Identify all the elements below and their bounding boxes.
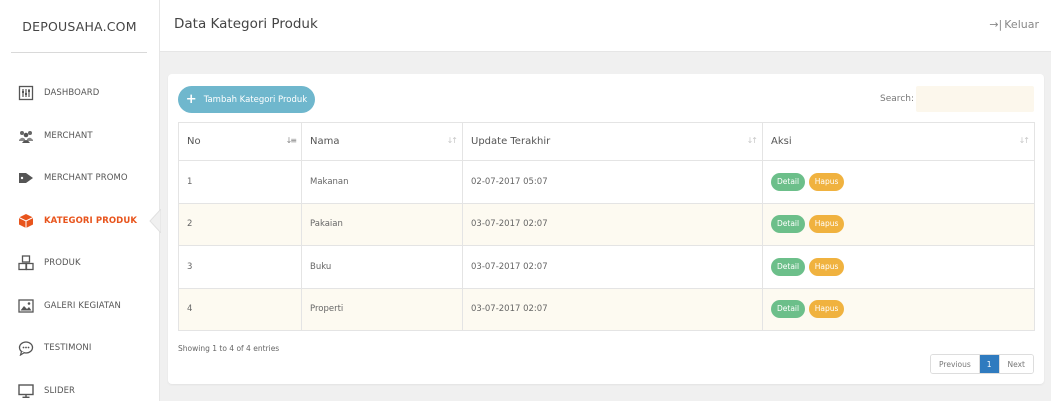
boxes-icon [18,255,34,271]
category-table: No ↓≡ Nama ↓↑ Update Terakhir ↓↑ Aksi ↓↑ 1 M… [178,122,1035,331]
cell-nama: Properti [301,287,463,331]
sidebar-item-testimoni[interactable]: TESTIMONI [0,327,160,370]
tag-icon [18,170,34,186]
sidebar-item-label: MERCHANT [44,130,93,141]
cell-updated: 03-07-2017 02:07 [462,287,763,331]
pagination: Previous 1 Next [930,354,1034,374]
detail-button[interactable]: Detail [771,172,806,191]
top-header: Data Kategori Produk →| Keluar [160,0,1051,52]
sidebar-item-label: PRODUK [44,258,81,269]
table-row: 1 Makanan 02-07-2017 05:07 Detail Hapus [178,160,1035,204]
content-panel: + Tambah Kategori Produk Search: No ↓≡ Na… [168,74,1044,384]
sort-asc-icon: ↓≡ [285,135,297,145]
column-header-no[interactable]: No ↓≡ [178,122,302,161]
next-page-button[interactable]: Next [999,355,1033,373]
sort-icon: ↓↑ [1018,135,1030,145]
page-1-button[interactable]: 1 [979,355,1000,373]
column-header-update[interactable]: Update Terakhir ↓↑ [462,122,763,161]
add-category-button[interactable]: + Tambah Kategori Produk [178,86,315,113]
table-row: 2 Pakaian 03-07-2017 02:07 Detail Hapus [178,202,1035,246]
plus-icon: + [185,92,197,107]
table-info: Showing 1 to 4 of 4 entries [178,344,280,353]
hapus-button[interactable]: Hapus [808,172,845,191]
previous-page-button[interactable]: Previous [931,355,980,373]
detail-button[interactable]: Detail [771,257,806,276]
cell-no: 4 [178,287,302,331]
brand-logo[interactable]: DEPOUSAHA.COM [0,0,159,52]
sidebar-item-label: KATEGORI PRODUK [44,215,138,226]
search-input[interactable] [916,86,1034,112]
image-icon [18,298,34,314]
table-row: 4 Properti 03-07-2017 02:07 Detail Hapus [178,287,1035,331]
sidebar: DEPOUSAHA.COM DASHBOARD MERCHANT MERCHAN… [0,0,161,401]
column-header-aksi[interactable]: Aksi ↓↑ [762,122,1035,161]
sidebar-item-label: MERCHANT PROMO [44,173,128,184]
add-category-label: Tambah Kategori Produk [203,94,308,105]
cell-no: 1 [178,160,302,204]
cell-updated: 02-07-2017 05:07 [462,160,763,204]
column-header-nama[interactable]: Nama ↓↑ [301,122,463,161]
box-icon [18,213,34,229]
table-header-row: No ↓≡ Nama ↓↑ Update Terakhir ↓↑ Aksi ↓↑ [178,122,1035,161]
sidebar-item-label: GALERI KEGIATAN [44,300,122,311]
logout-icon: →| [989,18,1003,31]
hapus-button[interactable]: Hapus [808,215,845,234]
search-label: Search: [880,94,914,104]
cell-nama: Pakaian [301,202,463,246]
cell-updated: 03-07-2017 02:07 [462,202,763,246]
sidebar-item-slider[interactable]: SLIDER [0,370,160,401]
detail-button[interactable]: Detail [771,300,806,319]
detail-button[interactable]: Detail [771,215,806,234]
sidebar-item-label: SLIDER [44,385,76,396]
cell-no: 2 [178,202,302,246]
active-indicator [149,208,161,233]
monitor-icon [18,383,34,399]
sidebar-item-label: DASHBOARD [44,88,100,99]
page-title: Data Kategori Produk [174,16,318,32]
sidebar-item-produk[interactable]: PRODUK [0,242,160,285]
table-row: 3 Buku 03-07-2017 02:07 Detail Hapus [178,245,1035,289]
cell-actions: Detail Hapus [762,245,1035,289]
sort-icon: ↓↑ [446,135,458,145]
hapus-button[interactable]: Hapus [808,300,845,319]
sidebar-nav: DASHBOARD MERCHANT MERCHANT PROMO KATEGO… [0,72,161,401]
users-icon [18,128,34,144]
brand-divider [11,52,147,53]
sort-icon: ↓↑ [746,135,758,145]
cell-actions: Detail Hapus [762,287,1035,331]
sidebar-item-label: TESTIMONI [44,343,92,354]
sidebar-item-dashboard[interactable]: DASHBOARD [0,72,160,115]
logout-label: Keluar [1004,18,1039,31]
dashboard-icon [18,85,34,101]
cell-nama: Makanan [301,160,463,204]
hapus-button[interactable]: Hapus [808,257,845,276]
cell-no: 3 [178,245,302,289]
cell-actions: Detail Hapus [762,202,1035,246]
cell-nama: Buku [301,245,463,289]
cell-actions: Detail Hapus [762,160,1035,204]
sidebar-item-merchant-promo[interactable]: MERCHANT PROMO [0,157,160,200]
logout-link[interactable]: →| Keluar [989,18,1039,31]
cell-updated: 03-07-2017 02:07 [462,245,763,289]
chat-icon [18,340,34,357]
sidebar-item-merchant[interactable]: MERCHANT [0,115,160,158]
sidebar-item-kategori-produk[interactable]: KATEGORI PRODUK [0,200,161,243]
sidebar-item-galeri-kegiatan[interactable]: GALERI KEGIATAN [0,285,160,328]
